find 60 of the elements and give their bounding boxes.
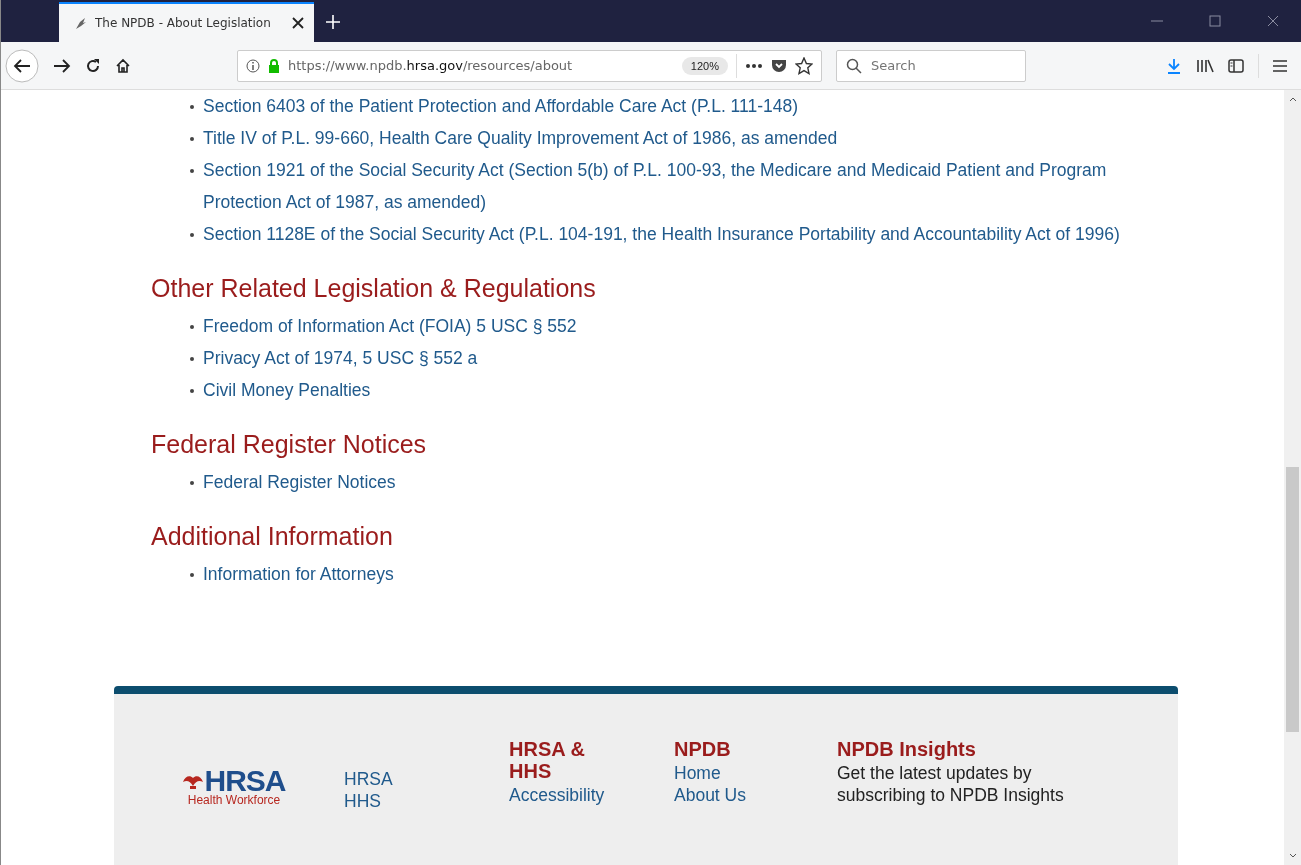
menu-icon[interactable] — [1273, 59, 1287, 72]
logo-subtitle: Health Workforce — [187, 794, 281, 807]
padlock-icon[interactable] — [268, 58, 280, 73]
section-heading: Additional Information — [151, 521, 394, 552]
section-heading: Other Related Legislation & Regulations — [151, 273, 597, 304]
browser-tab[interactable]: The NPDB - About Legislation — [59, 2, 314, 42]
scroll-down-icon[interactable] — [1288, 853, 1297, 859]
feather-icon[interactable] — [73, 16, 87, 30]
scroll-up-icon[interactable] — [1288, 96, 1297, 102]
pocket-icon[interactable] — [771, 58, 787, 73]
footer-link[interactable]: Accessibility — [509, 784, 674, 806]
scrollbar-thumb[interactable] — [1286, 467, 1299, 732]
footer-link[interactable]: About Us — [674, 784, 837, 806]
more-icon[interactable] — [745, 62, 763, 69]
address-bar[interactable]: https://www.npdb.hrsa.gov/resources/about 120% — [237, 49, 822, 82]
bullet-icon — [190, 357, 194, 361]
library-icon[interactable] — [1196, 57, 1214, 74]
footer-link[interactable]: Home — [674, 762, 837, 784]
section-heading: Federal Register Notices — [151, 429, 428, 460]
close-icon[interactable] — [292, 17, 304, 29]
sidebar-icon[interactable] — [1228, 57, 1244, 74]
footer-link[interactable]: HHS — [344, 790, 509, 812]
scrollbar[interactable] — [1284, 90, 1301, 865]
maximize-icon[interactable] — [1209, 15, 1221, 27]
link[interactable]: Section 1128E of the Social Security Act (P.L. 104-191, the Health Insurance Portability and Accountability Act of 1996) — [203, 218, 1120, 250]
bullet-icon — [190, 105, 194, 109]
bullet-icon — [190, 233, 194, 237]
star-icon[interactable] — [795, 56, 813, 75]
link[interactable]: Information for Attorneys — [203, 558, 394, 590]
search-field[interactable]: Search — [836, 49, 1026, 82]
back-icon[interactable] — [5, 48, 39, 83]
bullet-icon — [190, 481, 194, 485]
url-text: https://www.npdb.hrsa.gov/resources/about — [288, 58, 574, 73]
footer-heading: NPDB Insights — [837, 738, 977, 760]
link[interactable]: Section 6403 of the Patient Protection and Affordable Care Act (P.L. 111-148) — [203, 90, 799, 122]
link[interactable]: Section 1921 of the Social Security Act (Section 5(b) of P.L. 100-93, the Medicare and Medicaid Patient and Program Protection Act of 1987, as amended) — [203, 154, 1120, 218]
link[interactable]: Privacy Act of 1974, 5 USC § 552 a — [203, 342, 478, 374]
footer-heading: HRSA & HHS — [509, 738, 586, 782]
zoom-badge[interactable]: 120% — [681, 56, 728, 75]
logo-text: HRSA — [204, 768, 286, 794]
bullet-icon — [190, 389, 194, 393]
plus-icon[interactable] — [326, 15, 340, 29]
footer-link[interactable]: HRSA — [344, 768, 509, 790]
bullet-icon — [190, 325, 194, 329]
info-icon[interactable] — [246, 58, 260, 73]
bullet-icon — [190, 573, 194, 577]
tab-title: The NPDB - About Legislation — [95, 16, 272, 30]
link[interactable]: Federal Register Notices — [203, 466, 396, 498]
link[interactable]: Civil Money Penalties — [203, 374, 371, 406]
footer-heading: NPDB — [674, 738, 732, 760]
bullet-icon — [190, 169, 194, 173]
forward-icon[interactable] — [53, 57, 71, 74]
home-icon[interactable] — [115, 57, 131, 74]
link[interactable]: Freedom of Information Act (FOIA) 5 USC § 552 — [203, 310, 577, 342]
link[interactable]: Title IV of P.L. 99-660, Health Care Quality Improvement Act of 1986, as amended — [203, 122, 838, 154]
download-icon[interactable] — [1166, 57, 1182, 74]
bullet-icon — [190, 137, 194, 141]
reload-icon[interactable] — [85, 57, 101, 74]
search-icon[interactable] — [846, 57, 862, 74]
footer-text: Get the latest updates by subscribing to NPDB Insights — [837, 762, 1065, 806]
